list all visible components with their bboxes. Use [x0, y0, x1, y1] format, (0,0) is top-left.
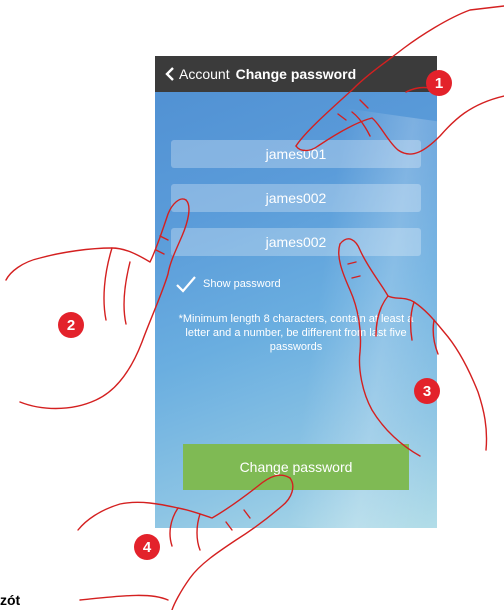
- step-badge-4: 4: [134, 534, 160, 560]
- hand-1-outline: [295, 5, 504, 147]
- hand-4-outline: [77, 474, 291, 531]
- step-badge-1: 1: [426, 70, 452, 96]
- hand-3-outline: [339, 238, 488, 451]
- step-badge-3: 3: [414, 378, 440, 404]
- step-badge-2: 2: [58, 312, 84, 338]
- footer-text: zót: [0, 592, 21, 608]
- hand-2-outline: [5, 198, 187, 281]
